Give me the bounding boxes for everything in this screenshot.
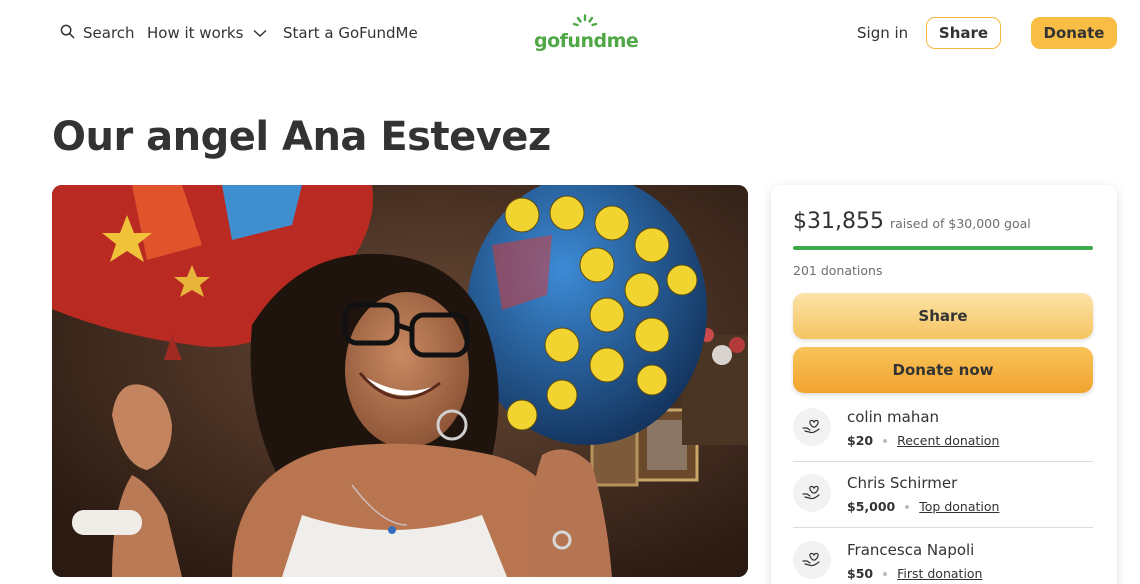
search-icon: [60, 24, 83, 43]
how-it-works-menu[interactable]: How it works: [147, 22, 267, 44]
raised-amount: $31,855: [793, 209, 884, 234]
sign-in-label: Sign in: [857, 24, 909, 42]
start-label: Start a GoFundMe: [283, 24, 418, 42]
logo-text: gofundme: [534, 30, 639, 52]
heart-hand-icon: [793, 408, 831, 446]
separator-dot: [883, 571, 888, 576]
divider: [793, 527, 1093, 528]
donate-button-nav[interactable]: Donate: [1031, 17, 1117, 49]
logo-sun-icon: [572, 14, 598, 27]
donor-list-item: Chris Schirmer $5,000 Top donation: [793, 462, 1093, 528]
donation-card: $31,855 raised of $30,000 goal 201 donat…: [771, 185, 1117, 584]
donor-name: colin mahan: [847, 408, 940, 426]
donor-list-item: colin mahan $20 Recent donation: [793, 396, 1093, 462]
donor-name: Chris Schirmer: [847, 474, 958, 492]
donor-list-item: Francesca Napoli $50 First donation: [793, 529, 1093, 584]
search-link[interactable]: Search: [60, 22, 135, 44]
start-gofundme-link[interactable]: Start a GoFundMe: [283, 22, 418, 44]
donor-meta: $50 First donation: [847, 566, 982, 581]
search-label: Search: [83, 24, 135, 42]
share-button[interactable]: Share: [793, 293, 1093, 339]
chevron-down-icon: [243, 24, 267, 42]
campaign-title: Our angel Ana Estevez: [52, 114, 551, 160]
progress-bar: [793, 246, 1093, 250]
heart-hand-icon: [793, 541, 831, 579]
donation-type-link[interactable]: Top donation: [919, 499, 999, 514]
donation-type-link[interactable]: Recent donation: [897, 433, 999, 448]
donation-type-link[interactable]: First donation: [897, 566, 982, 581]
donate-now-button[interactable]: Donate now: [793, 347, 1093, 393]
separator-dot: [905, 504, 910, 509]
how-it-works-label: How it works: [147, 24, 244, 42]
progress-bar-fill: [793, 246, 1093, 250]
share-button-nav[interactable]: Share: [926, 17, 1001, 49]
top-nav: Search How it works Start a GoFundMe gof…: [0, 0, 1140, 66]
sign-in-link[interactable]: Sign in: [857, 22, 908, 44]
campaign-photo[interactable]: [52, 185, 748, 577]
donor-amount: $5,000: [847, 499, 896, 514]
donation-count: 201 donations: [793, 263, 883, 278]
gofundme-logo[interactable]: gofundme: [534, 14, 639, 52]
donor-name: Francesca Napoli: [847, 541, 975, 559]
donor-amount: $50: [847, 566, 874, 581]
raised-goal-text: raised of $30,000 goal: [889, 216, 1031, 231]
heart-hand-icon: [793, 474, 831, 512]
separator-dot: [883, 438, 888, 443]
raised-summary: $31,855 raised of $30,000 goal: [793, 209, 1031, 234]
donor-meta: $5,000 Top donation: [847, 499, 999, 514]
donor-amount: $20: [847, 433, 874, 448]
donor-meta: $20 Recent donation: [847, 433, 999, 448]
